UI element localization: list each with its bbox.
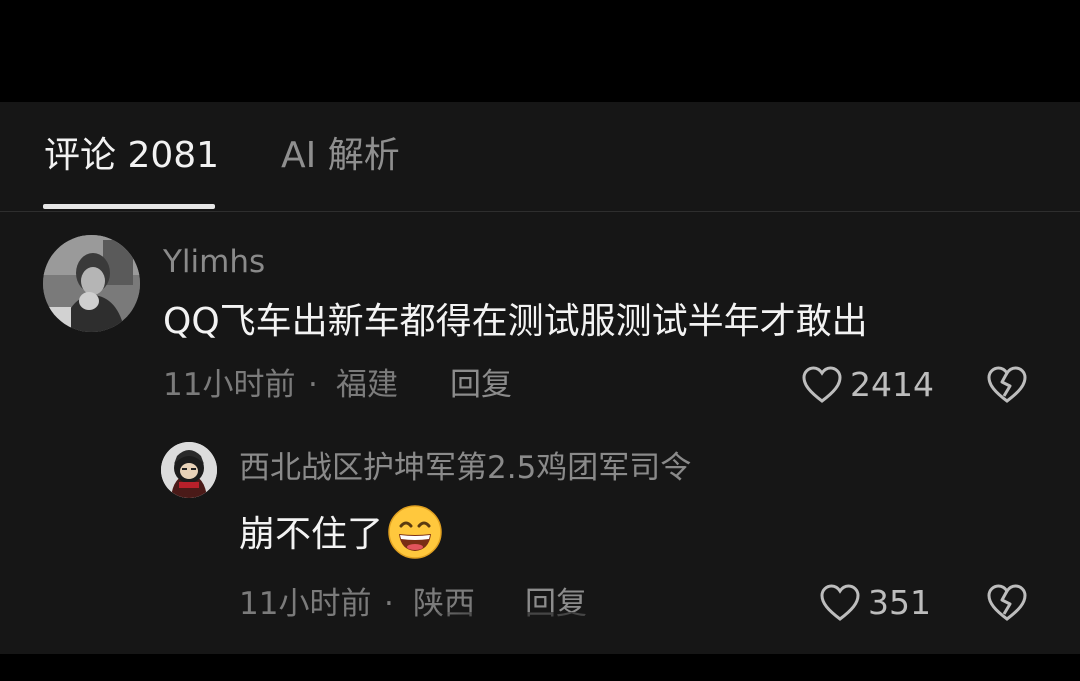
reply-button[interactable]: 回复	[450, 366, 512, 404]
reply-dislike-button[interactable]	[985, 581, 1029, 625]
tab-bar: 评论 2081 AI 解析	[0, 102, 1080, 212]
reply-meta-separator: ·	[384, 586, 394, 622]
grinning-face-emoji	[388, 505, 442, 559]
dislike-button[interactable]	[985, 363, 1029, 407]
broken-heart-icon	[987, 584, 1027, 621]
avatar-character-icon	[161, 442, 217, 498]
comment-username[interactable]: Ylimhs	[163, 243, 265, 281]
reply-reply-button[interactable]: 回复	[525, 585, 587, 623]
avatar-photo-icon	[43, 235, 140, 332]
screenshot: 评论 2081 AI 解析 Ylimhs QQ飞车出新车都得在测试服测试半年才敢…	[0, 0, 1080, 681]
active-tab-indicator	[43, 204, 215, 209]
like-count: 2414	[850, 365, 934, 404]
comments-panel: 评论 2081 AI 解析 Ylimhs QQ飞车出新车都得在测试服测试半年才敢…	[0, 102, 1080, 654]
reply-like-count: 351	[868, 583, 931, 622]
comment-time: 11小时前	[163, 367, 296, 403]
tab-ai-analysis[interactable]: AI 解析	[281, 134, 400, 178]
reply-location: 陕西	[413, 586, 475, 622]
heart-outline-icon	[820, 584, 860, 621]
broken-heart-icon	[987, 366, 1027, 403]
tab-comments[interactable]: 评论 2081	[44, 134, 219, 178]
reply-username[interactable]: 西北战区护坤军第2.5鸡团军司令	[239, 449, 691, 487]
reply-avatar[interactable]	[161, 442, 217, 498]
meta-separator: ·	[308, 367, 318, 403]
reply-text-row: 崩不住了	[239, 505, 443, 564]
comment-text: QQ飞车出新车都得在测试服测试半年才敢出	[163, 301, 868, 342]
like-button[interactable]: 2414	[800, 363, 934, 407]
heart-outline-icon	[802, 366, 842, 403]
comment-location: 福建	[336, 367, 398, 403]
reply-text: 崩不住了	[239, 514, 384, 555]
avatar[interactable]	[43, 235, 140, 332]
reply-time: 11小时前	[239, 586, 372, 622]
reply-like-button[interactable]: 351	[818, 581, 931, 625]
